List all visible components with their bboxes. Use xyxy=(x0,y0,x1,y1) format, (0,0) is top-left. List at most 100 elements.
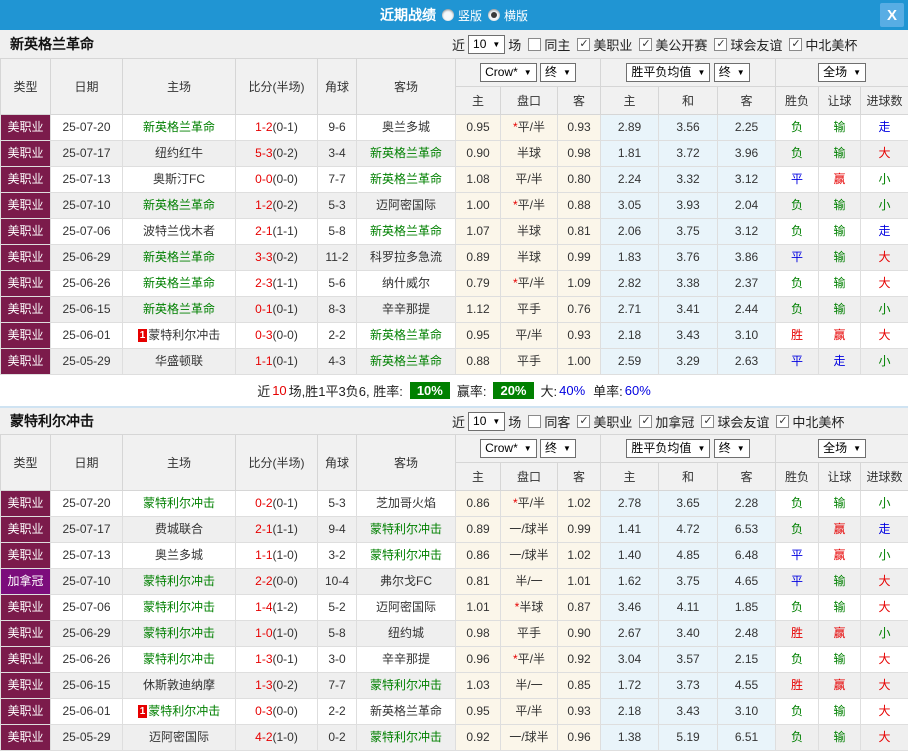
handicap-line-cell: 半/一 xyxy=(500,568,558,595)
europe-avg-select[interactable]: 胜平负均值 ▼ xyxy=(626,63,711,82)
recent-results-popup: 近期战绩 竖版 横版 X 新英格兰革命 近 10▼ 场 同主 美职业 美公开赛 … xyxy=(0,0,908,752)
match-date-cell: 25-07-20 xyxy=(50,490,123,517)
result-goals-cell: 小 xyxy=(860,620,908,647)
europe-away-odds-cell: 3.12 xyxy=(717,166,777,193)
col-away: 客场 xyxy=(356,434,456,491)
away-team-name: 新英格兰革命 xyxy=(369,704,442,718)
europe-final-select[interactable]: 终 ▼ xyxy=(713,439,750,458)
big-label: 大: xyxy=(540,384,558,399)
league-checkbox[interactable] xyxy=(776,414,790,428)
match-date-cell: 25-07-10 xyxy=(50,192,123,219)
radio-label[interactable]: 横版 xyxy=(504,7,528,24)
league-checkbox[interactable] xyxy=(639,37,653,51)
asia-final-select[interactable]: 终 ▼ xyxy=(540,63,576,82)
asia-home-odds-cell: 1.08 xyxy=(455,166,501,193)
result-group: 全场 ▼ xyxy=(775,58,908,87)
fulltime-score: 1-1 xyxy=(255,354,273,368)
result-wdl-cell: 负 xyxy=(775,114,820,141)
match-row: 美职业 25-06-29 新英格兰革命 3-3(0-2) 11-2 科罗拉多急流 0.89 半… xyxy=(0,244,908,271)
home-team-name: 蒙特利尔冲击 xyxy=(142,600,215,614)
col-away: 客场 xyxy=(356,58,456,115)
asia-final-select[interactable]: 终 ▼ xyxy=(540,439,576,458)
league-label[interactable]: 球会友谊 xyxy=(730,35,782,54)
league-label[interactable]: 美公开赛 xyxy=(655,35,707,54)
same-venue-label[interactable]: 同客 xyxy=(544,412,570,431)
away-team-cell: 弗尔戈FC xyxy=(356,568,456,595)
europe-avg-select[interactable]: 胜平负均值 ▼ xyxy=(626,439,711,458)
layout-radio-horizontal[interactable]: 横版 xyxy=(488,7,528,24)
away-team-cell: 迈阿密国际 xyxy=(356,594,456,621)
score-cell: 1-3(0-1) xyxy=(235,646,318,673)
league-label[interactable]: 中北美杯 xyxy=(792,412,844,431)
europe-home-odds-cell: 1.40 xyxy=(600,542,660,569)
recent-count-select[interactable]: 10 ▼ xyxy=(468,411,506,431)
league-checkbox[interactable] xyxy=(577,37,591,51)
away-team-cell: 辛辛那提 xyxy=(356,646,456,673)
europe-draw-odds-cell: 3.56 xyxy=(658,114,719,141)
scope-select[interactable]: 全场 ▼ xyxy=(818,63,866,82)
same-venue-checkbox[interactable] xyxy=(528,414,542,428)
result-wdl-cell: 平 xyxy=(775,166,820,193)
result-handicap-cell: 赢 xyxy=(818,516,862,543)
match-date-cell: 25-07-17 xyxy=(50,516,123,543)
asia-home-odds-cell: 0.95 xyxy=(455,114,501,141)
layout-radio-vertical[interactable]: 竖版 xyxy=(441,7,482,24)
europe-final-select[interactable]: 终 ▼ xyxy=(713,63,750,82)
league-checkbox[interactable] xyxy=(577,414,591,428)
match-row: 美职业 25-07-06 蒙特利尔冲击 1-4(1-2) 5-2 迈阿密国际 1.01 *半球… xyxy=(0,594,908,621)
result-handicap-cell: 输 xyxy=(818,192,862,219)
col-eu-away: 客 xyxy=(717,462,777,491)
europe-home-odds-cell: 1.62 xyxy=(600,568,660,595)
match-date-cell: 25-07-20 xyxy=(50,114,123,141)
league-checkbox[interactable] xyxy=(701,414,715,428)
asia-home-odds-cell: 0.92 xyxy=(455,724,501,751)
away-team-cell: 蒙特利尔冲击 xyxy=(356,724,456,751)
europe-away-odds-cell: 3.86 xyxy=(717,244,777,271)
same-venue-checkbox[interactable] xyxy=(528,37,542,51)
fulltime-score: 1-3 xyxy=(255,652,273,666)
home-team-name: 费城联合 xyxy=(154,522,203,536)
home-team-cell: 蒙特利尔冲击 xyxy=(122,568,236,595)
matches-table: 类型 日期 主场 比分(半场) 角球 客场 Crow* ▼ 终 ▼ 胜平负均值 ▼ 终… xyxy=(0,58,908,375)
close-icon[interactable]: X xyxy=(880,3,904,27)
radio-icon[interactable] xyxy=(441,9,454,21)
league-label[interactable]: 中北美杯 xyxy=(805,35,857,54)
col-asia-home: 主 xyxy=(455,462,501,491)
bookmaker-select[interactable]: Crow* ▼ xyxy=(480,439,537,458)
europe-draw-odds-cell: 3.73 xyxy=(658,672,719,699)
europe-odds-group: 胜平负均值 ▼ 终 ▼ xyxy=(600,58,777,87)
halftime-score: (0-0) xyxy=(272,328,298,342)
home-team-name: 蒙特利尔冲击 xyxy=(142,626,215,640)
asia-home-odds-cell: 0.79 xyxy=(455,270,501,297)
matches-table-body: 美职业 25-07-20 蒙特利尔冲击 0-2(0-1) 5-3 芝加哥火焰 0.86 *平/… xyxy=(0,490,908,751)
asia-away-odds-cell: 0.85 xyxy=(556,672,602,699)
league-type-cell: 美职业 xyxy=(0,140,51,167)
halftime-score: (0-1) xyxy=(272,120,298,134)
europe-away-odds-cell: 4.65 xyxy=(717,568,777,595)
recent-count-select[interactable]: 10 ▼ xyxy=(468,34,506,54)
league-label[interactable]: 球会友谊 xyxy=(717,412,769,431)
result-wdl-cell: 胜 xyxy=(775,322,820,349)
fulltime-score: 5-3 xyxy=(255,146,273,160)
home-team-cell: 1 蒙特利尔冲击 xyxy=(122,322,236,349)
europe-away-odds-cell: 2.44 xyxy=(717,296,777,323)
fulltime-score: 1-1 xyxy=(255,548,273,562)
result-handicap-cell: 赢 xyxy=(818,620,862,647)
league-type-cell: 美职业 xyxy=(0,698,51,725)
corners-cell: 5-3 xyxy=(317,192,357,219)
league-checkbox[interactable] xyxy=(789,37,803,51)
league-checkbox[interactable] xyxy=(639,414,653,428)
league-checkbox[interactable] xyxy=(714,37,728,51)
handicap-line-cell: *平/半 xyxy=(500,192,558,219)
radio-label[interactable]: 竖版 xyxy=(458,7,482,24)
league-label[interactable]: 加拿冠 xyxy=(655,412,694,431)
fulltime-score: 0-0 xyxy=(255,172,273,186)
same-venue-label[interactable]: 同主 xyxy=(544,35,570,54)
league-label[interactable]: 美职业 xyxy=(593,35,632,54)
league-label[interactable]: 美职业 xyxy=(593,412,632,431)
bookmaker-select[interactable]: Crow* ▼ xyxy=(480,63,537,82)
radio-icon[interactable] xyxy=(488,9,500,21)
home-team-cell: 新英格兰革命 xyxy=(122,244,236,271)
asia-away-odds-cell: 0.93 xyxy=(556,698,602,725)
scope-select[interactable]: 全场 ▼ xyxy=(818,439,866,458)
